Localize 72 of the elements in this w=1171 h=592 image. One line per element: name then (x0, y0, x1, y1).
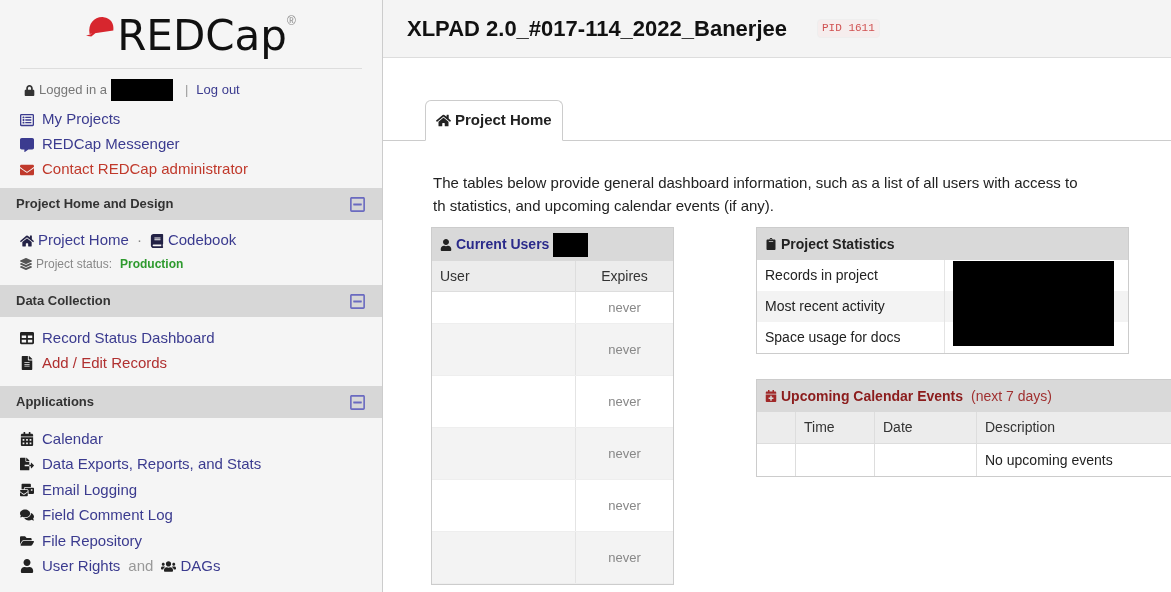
joiner-text: and (128, 556, 154, 576)
column-header: Time (796, 412, 875, 443)
column-header: Description (984, 418, 1057, 437)
sidebar-link[interactable]: My Projects (20, 107, 362, 132)
sidebar-link[interactable]: Field Comment Log (20, 504, 173, 527)
tab[interactable]: Project Home (425, 100, 563, 141)
sidebar-link[interactable]: Email Logging (20, 478, 138, 501)
calendar-icon (20, 431, 34, 446)
table-title: Project Statistics (781, 234, 895, 254)
home-icon (20, 233, 34, 248)
sidebar-link[interactable]: Data Exports, Reports, and Stats (20, 453, 262, 476)
section-title: Data Collection (16, 292, 111, 311)
sidebar-link[interactable]: Project Home (20, 229, 129, 252)
sidebar-link[interactable]: Record Status Dashboard (20, 326, 215, 349)
lock-icon (24, 84, 35, 96)
table-cell-text: never (607, 340, 642, 359)
table-title: Current Users (456, 235, 550, 254)
table-cell-text: never (607, 496, 642, 515)
table-cell-text: never (607, 548, 642, 567)
envelope-icon (20, 162, 34, 177)
section-title: Applications (16, 393, 94, 412)
table-cell-text: No upcoming events (984, 450, 1114, 470)
layers-icon (20, 258, 32, 270)
comments-icon (20, 508, 34, 523)
table-cell: Space usage for docs (757, 322, 945, 353)
sidebar-link[interactable]: REDCap Messenger (20, 132, 362, 157)
sidebar-link[interactable]: Contact REDCap administrator (20, 157, 362, 182)
export-icon (20, 457, 34, 472)
group-icon (161, 558, 177, 574)
status-label: Project status: (36, 256, 113, 273)
sidebar-link[interactable]: File Repository (20, 529, 143, 552)
sidebar-link[interactable]: Add / Edit Records (20, 352, 168, 375)
logo-text: REDCap (117, 12, 287, 60)
document-icon (20, 356, 34, 371)
table-cell-text: never (607, 298, 642, 317)
collapse-icon[interactable] (349, 195, 366, 213)
grid-icon (20, 330, 34, 345)
sidebar-link[interactable]: Calendar (20, 427, 103, 450)
login-text: Logged in a (39, 81, 107, 100)
clipboard-icon (765, 238, 777, 250)
sidebar-link[interactable]: User Rights (20, 555, 121, 578)
collapse-icon[interactable] (349, 393, 366, 411)
collapse-icon[interactable] (349, 292, 366, 310)
separator: | (184, 81, 189, 100)
sidebar-link[interactable]: DAGs (161, 555, 221, 578)
column-header: Expires (600, 266, 649, 286)
list-icon (20, 112, 34, 127)
calendar-icon (765, 390, 777, 402)
table-subtitle: (next 7 days) (971, 386, 1052, 406)
chat-icon (20, 137, 34, 152)
section-title: Project Home and Design (16, 195, 174, 214)
table-cell-text: never (607, 392, 642, 411)
pid-badge: PID 1611 (817, 19, 880, 38)
registered-mark: ® (286, 13, 296, 28)
user-icon (440, 238, 452, 251)
status-value: Production (120, 256, 184, 273)
book-icon (149, 233, 164, 248)
redaction-bar (553, 232, 589, 257)
intro-text: The tables below provide general dashboard information, such as a list of all users with access to th statistics, and upcoming calendar events (if any). (433, 173, 1079, 216)
sidebar-link[interactable]: Codebook (149, 229, 237, 252)
table-cell-text: never (607, 444, 642, 463)
redaction-bar (110, 79, 173, 101)
home-icon (436, 113, 451, 128)
mail-icon (20, 482, 34, 497)
table-title: Upcoming Calendar Events (781, 386, 964, 406)
column-header: User (432, 261, 576, 291)
logout-link[interactable]: Log out (196, 80, 240, 100)
dot-separator: · (136, 230, 142, 251)
column-header: Date (875, 412, 977, 443)
user-icon (20, 559, 34, 574)
folder-icon (20, 533, 34, 548)
project-title: XLPAD 2.0_#017-114_2022_Banerjee (407, 15, 787, 43)
